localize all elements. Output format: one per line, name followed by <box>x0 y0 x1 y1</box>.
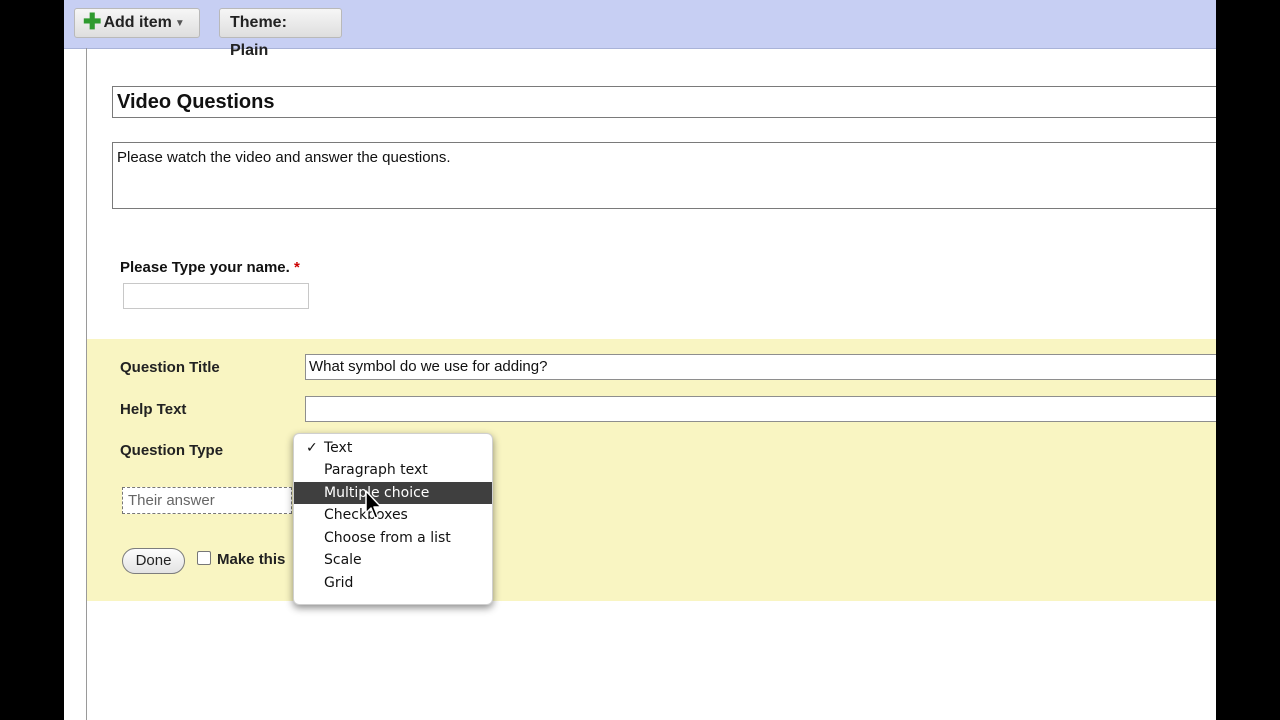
theme-label: Theme: <box>230 14 287 31</box>
question-type-label: Question Type <box>120 442 224 459</box>
question-title-input[interactable]: What symbol do we use for adding? <box>305 354 1216 380</box>
question-title-label: Question Title <box>120 359 220 376</box>
question-type-dropdown-menu: ✓ Text Paragraph text Multiple choice Ch… <box>293 433 493 605</box>
form-title-field[interactable]: Video Questions <box>112 86 1216 118</box>
menu-item-multiple-choice[interactable]: Multiple choice <box>294 482 492 504</box>
add-item-button[interactable]: ✚ Add item ▼ <box>74 8 200 38</box>
menu-item-scale[interactable]: Scale <box>294 549 492 571</box>
question-edit-panel: Question Title What symbol do we use for… <box>87 339 1216 601</box>
required-checkbox[interactable] <box>197 551 211 565</box>
menu-item-choose-from-list[interactable]: Choose from a list <box>294 527 492 549</box>
done-button[interactable]: Done <box>122 548 185 574</box>
form-description-field[interactable]: Please watch the video and answer the qu… <box>112 142 1216 209</box>
help-text-label: Help Text <box>120 401 187 418</box>
mouse-pointer-icon <box>365 490 382 519</box>
checkmark-icon: ✓ <box>306 440 318 456</box>
answer-preview-input: Their answer <box>122 487 292 514</box>
theme-value: Plain <box>230 42 269 59</box>
form-editor-screen: ✚ Add item ▼ Theme: Plain Video Questions P… <box>64 0 1216 720</box>
theme-button[interactable]: Theme: Plain <box>219 8 342 59</box>
toolbar: ✚ Add item ▼ Theme: Plain <box>64 0 1216 59</box>
menu-item-grid[interactable]: Grid <box>294 572 492 594</box>
menu-item-checkboxes[interactable]: Checkboxes <box>294 504 492 526</box>
help-text-input[interactable] <box>305 396 1216 422</box>
question-label: Please Type your name. * <box>120 259 300 276</box>
chevron-down-icon: ▼ <box>174 18 185 29</box>
add-item-label: Add item <box>103 14 172 31</box>
plus-icon: ✚ <box>83 9 102 34</box>
name-answer-input[interactable] <box>123 283 309 309</box>
required-checkbox-label: Make this <box>217 551 286 568</box>
menu-item-paragraph-text[interactable]: Paragraph text <box>294 459 492 481</box>
required-marker: * <box>293 259 300 276</box>
menu-item-text[interactable]: ✓ Text <box>294 437 492 459</box>
question-label-text: Please Type your name. <box>120 259 290 276</box>
